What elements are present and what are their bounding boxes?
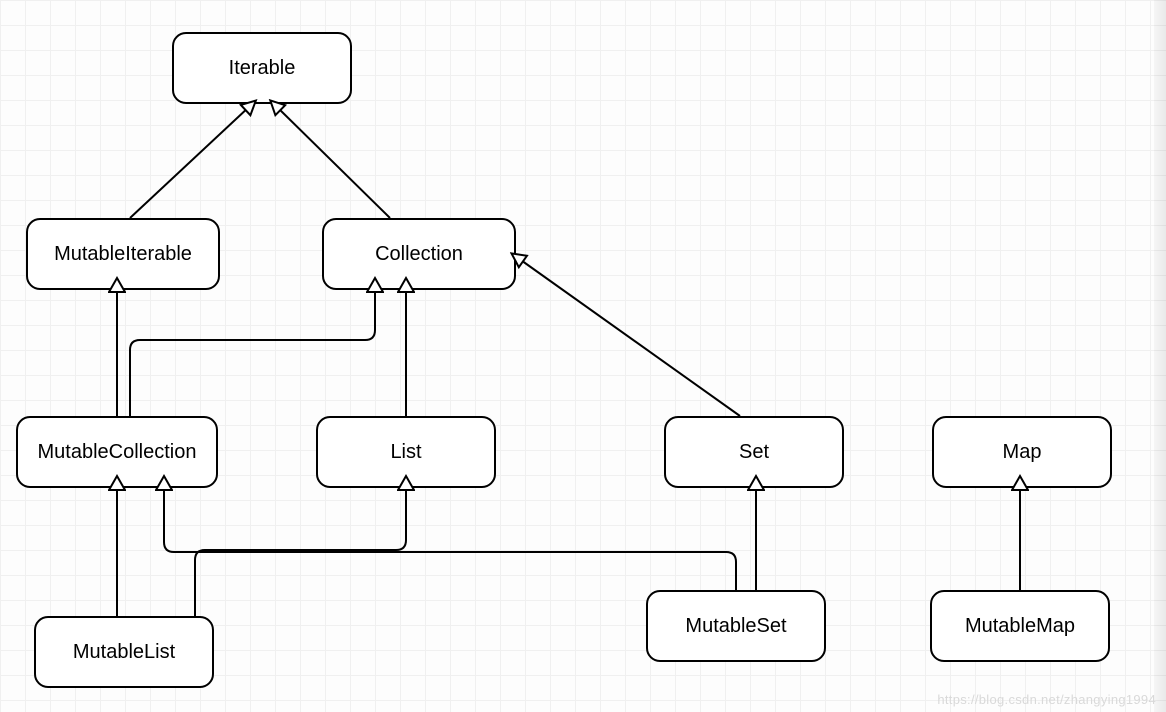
node-mutable-iterable: MutableIterable [26,218,220,290]
node-mutable-collection: MutableCollection [16,416,218,488]
node-label: Iterable [229,57,296,80]
node-label: Map [1003,441,1042,464]
right-shadow [1154,0,1166,712]
node-label: List [390,441,421,464]
node-list: List [316,416,496,488]
node-map: Map [932,416,1112,488]
edge-collection-iterable [276,106,390,218]
node-label: MutableSet [685,615,786,638]
node-label: Set [739,441,769,464]
node-label: MutableCollection [38,441,197,464]
node-mutable-map: MutableMap [930,590,1110,662]
edge-mutablecollection-collection [130,292,375,416]
node-mutable-list: MutableList [34,616,214,688]
node-label: MutableList [73,641,175,664]
edge-set-collection [518,258,740,416]
edge-mutableset-mutablecollection [164,490,736,590]
edge-mutablelist-list [195,490,406,616]
node-label: Collection [375,243,463,266]
node-collection: Collection [322,218,516,290]
node-label: MutableMap [965,615,1075,638]
node-iterable: Iterable [172,32,352,104]
node-set: Set [664,416,844,488]
node-mutable-set: MutableSet [646,590,826,662]
watermark: https://blog.csdn.net/zhangying1994 [937,692,1156,707]
node-label: MutableIterable [54,243,192,266]
edge-mutableiterable-iterable [130,106,250,218]
